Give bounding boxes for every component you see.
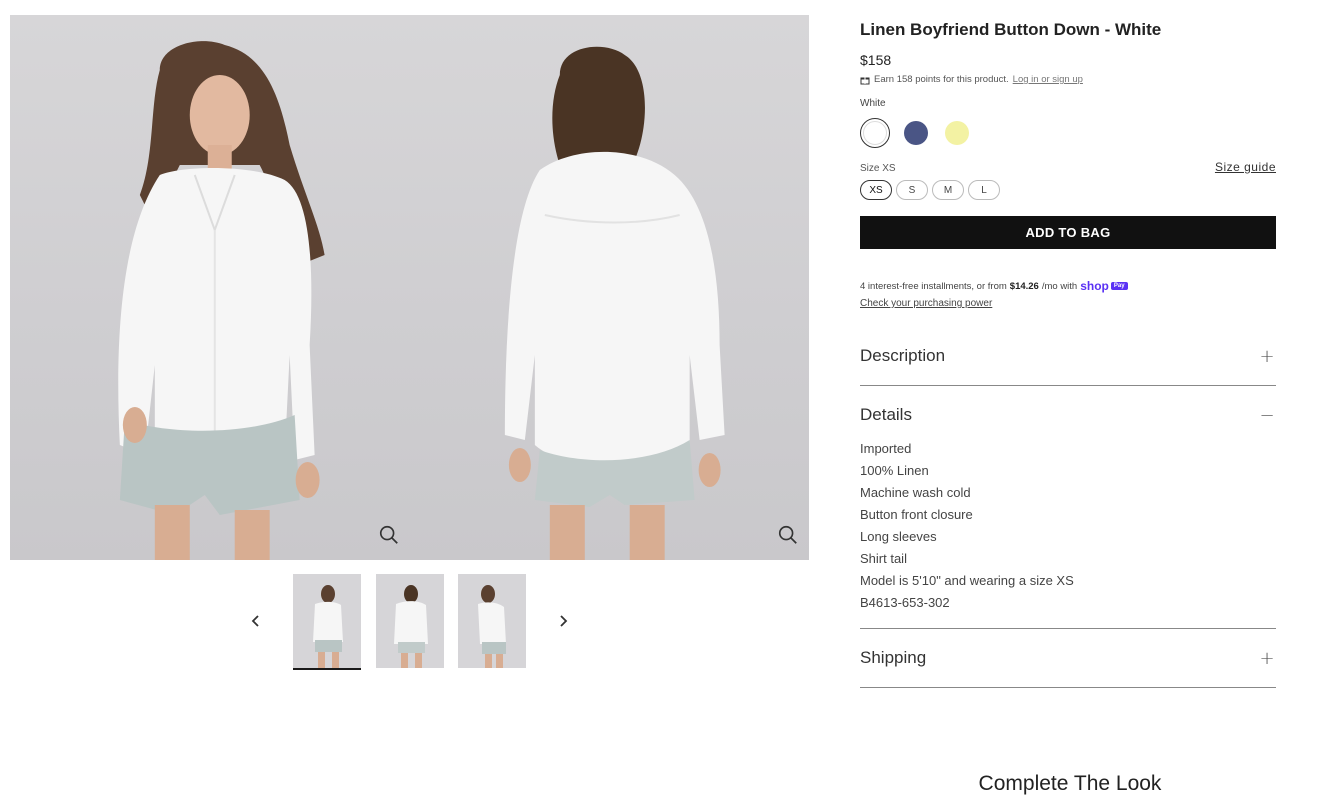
rewards-points: Earn 158 points for this product. Log in…: [860, 74, 1276, 85]
color-swatches: [860, 118, 1276, 148]
installments-suffix: /mo with: [1041, 280, 1078, 292]
gift-icon: [860, 77, 870, 84]
details-list: Imported 100% Linen Machine wash cold Bu…: [860, 438, 1276, 614]
magnifier-icon: [778, 525, 797, 544]
accordion-divider: [860, 628, 1276, 629]
selected-size-label: Size XS: [860, 163, 896, 174]
accordion-divider: [860, 385, 1276, 386]
thumbnail-next-button[interactable]: [553, 611, 573, 631]
complete-the-look-heading: Complete The Look: [978, 772, 1162, 795]
accordion-shipping-header[interactable]: Shipping +: [860, 643, 1276, 673]
product-photo-front[interactable]: [10, 15, 410, 560]
selected-color-label: White: [860, 98, 886, 109]
login-signup-link[interactable]: Log in or sign up: [1013, 74, 1083, 85]
details-item: Button front closure: [860, 507, 973, 522]
accordion-divider: [860, 687, 1276, 688]
size-guide-link[interactable]: Size guide: [1215, 160, 1276, 174]
size-header: Size XS Size guide: [860, 160, 1276, 174]
thumbnail-side-image: [458, 574, 526, 668]
shop-pay-logo: shop Pay: [1080, 279, 1128, 293]
product-accordion: Description + Details − Imported 100% Li…: [860, 341, 1276, 688]
product-gallery: [10, 15, 809, 560]
thumbnail-side[interactable]: [458, 574, 526, 668]
expand-plus-icon: +: [1259, 345, 1275, 367]
purchasing-power-link[interactable]: Check your purchasing power: [860, 298, 992, 309]
swatch-yellow[interactable]: [942, 118, 972, 148]
accordion-description-header[interactable]: Description +: [860, 341, 1276, 371]
swatch-navy[interactable]: [901, 118, 931, 148]
size-m[interactable]: M: [932, 180, 964, 200]
collapse-minus-icon: −: [1259, 404, 1275, 426]
swatch-white[interactable]: [860, 118, 890, 148]
shop-pay-brand: shop: [1080, 279, 1109, 293]
details-item: Machine wash cold: [860, 485, 971, 500]
add-to-bag-button[interactable]: ADD TO BAG: [860, 216, 1276, 249]
zoom-front-button[interactable]: [376, 522, 402, 548]
details-item: Shirt tail: [860, 551, 907, 566]
details-item: Model is 5'10" and wearing a size XS: [860, 573, 1074, 588]
accordion-details-title: Details: [860, 405, 912, 424]
size-options: XS S M L: [860, 180, 1276, 200]
thumbnail-back-image: [376, 574, 444, 668]
model-front-image: [118, 41, 325, 560]
shop-pay-badge: Pay: [1110, 282, 1128, 290]
installments-prefix: 4 interest-free installments, or from: [860, 280, 1007, 292]
zoom-back-button[interactable]: [775, 522, 801, 548]
thumbnail-back[interactable]: [376, 574, 444, 668]
accordion-shipping-title: Shipping: [860, 648, 927, 667]
details-item: 100% Linen: [860, 463, 929, 478]
product-photo-back[interactable]: [409, 15, 809, 560]
installments-info: 4 interest-free installments, or from $1…: [860, 279, 1276, 293]
product-price: $158: [860, 52, 892, 68]
thumbnail-front-image: [293, 574, 361, 668]
thumbnail-front[interactable]: [293, 574, 361, 668]
accordion-details-header[interactable]: Details −: [860, 400, 1276, 430]
accordion-description-title: Description: [860, 346, 946, 365]
model-back-image: [504, 46, 725, 560]
chevron-left-icon: [251, 615, 259, 627]
magnifier-icon: [379, 525, 398, 544]
details-item: Long sleeves: [860, 529, 937, 544]
expand-plus-icon: +: [1259, 647, 1275, 669]
thumbnail-prev-button[interactable]: [246, 611, 266, 631]
points-text: Earn 158 points for this product.: [874, 74, 1009, 85]
size-xs[interactable]: XS: [860, 180, 892, 200]
details-item: Imported: [860, 441, 912, 456]
product-info-panel: Linen Boyfriend Button Down - White $158…: [860, 18, 1276, 688]
installments-amount: $14.26: [1009, 280, 1039, 292]
size-s[interactable]: S: [896, 180, 928, 200]
active-thumbnail-indicator: [293, 668, 361, 670]
chevron-right-icon: [560, 615, 568, 627]
product-title: Linen Boyfriend Button Down - White: [860, 20, 1162, 39]
thumbnail-strip: [240, 573, 580, 673]
details-item: B4613-653-302: [860, 595, 950, 610]
size-l[interactable]: L: [968, 180, 1000, 200]
